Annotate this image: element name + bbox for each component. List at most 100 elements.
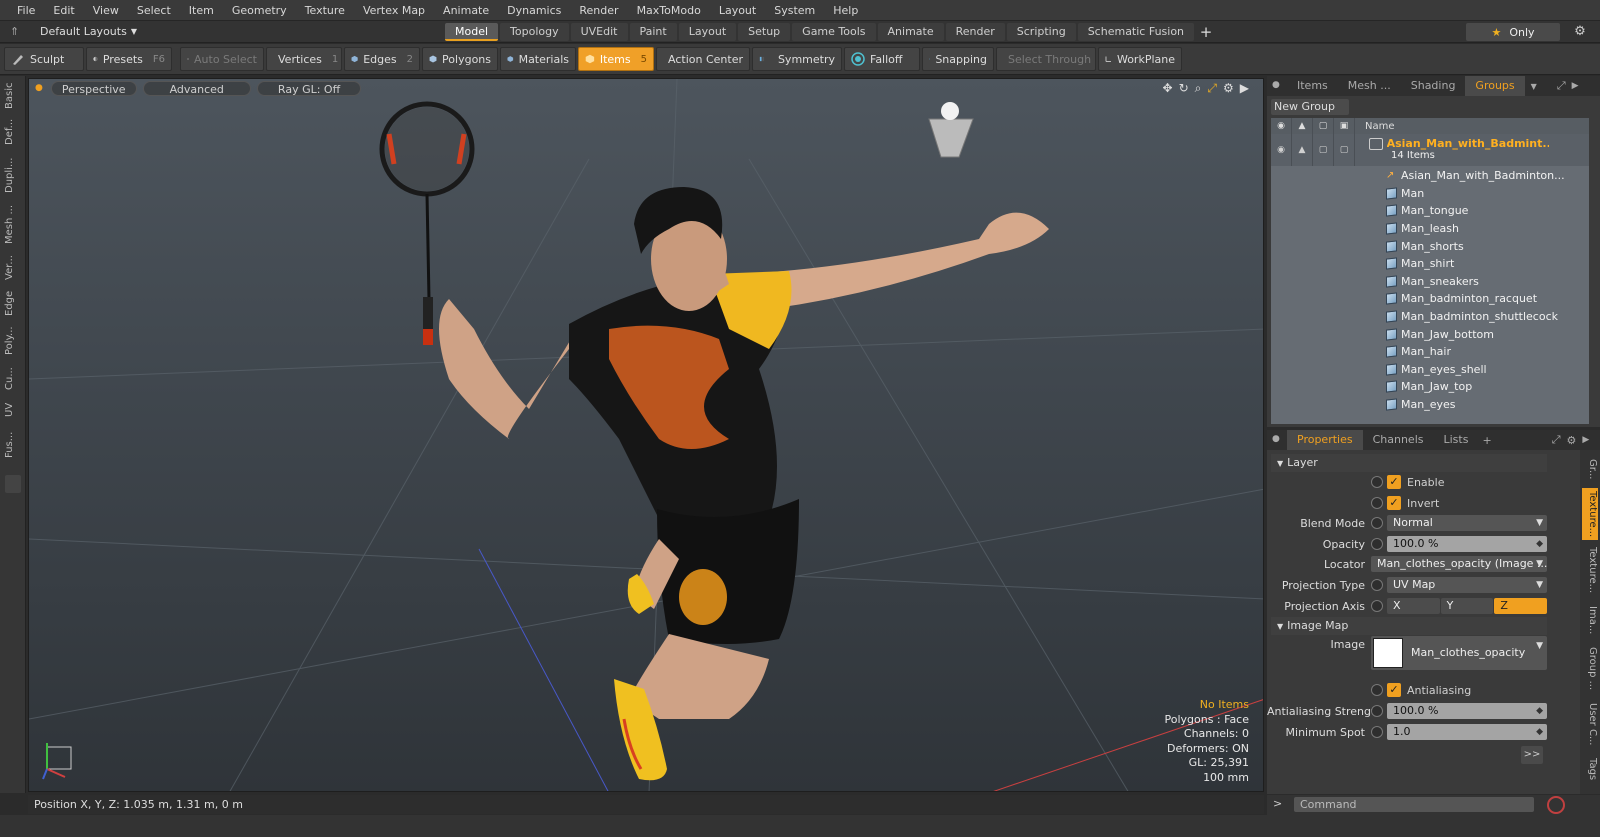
list-item[interactable]: Man_eyes_shell: [1386, 361, 1589, 379]
aa-strength-field[interactable]: 100.0 % ◆: [1387, 703, 1547, 719]
tab-lists[interactable]: Lists: [1434, 430, 1479, 450]
render-col-icon[interactable]: ▲: [1292, 118, 1313, 134]
side-tab-texture-1[interactable]: Texture...: [1582, 488, 1598, 540]
advanced-button[interactable]: Advanced: [142, 80, 251, 96]
list-item[interactable]: Man_leash: [1386, 220, 1589, 238]
tab-shading[interactable]: Shading: [1401, 76, 1466, 96]
tab-paint[interactable]: Paint: [629, 22, 677, 41]
symmetry-button[interactable]: Symmetry: [752, 47, 842, 71]
left-tab-basic[interactable]: Basic: [4, 82, 22, 110]
list-item[interactable]: Man_badminton_racquet: [1386, 290, 1589, 308]
menu-view[interactable]: View: [84, 4, 128, 17]
left-tab-fus[interactable]: Fus...: [4, 426, 22, 464]
rotate-view-icon[interactable]: ↻: [1179, 81, 1189, 96]
menu-file[interactable]: File: [8, 4, 44, 17]
tab-uvedit[interactable]: UVEdit: [570, 22, 628, 41]
record-icon[interactable]: [1547, 796, 1565, 814]
menu-vertex-map[interactable]: Vertex Map: [354, 4, 434, 17]
add-tab-icon[interactable]: +: [1196, 23, 1216, 41]
tab-items[interactable]: Items: [1287, 76, 1338, 96]
side-tab-user[interactable]: User C...: [1582, 698, 1598, 750]
side-tab-gr[interactable]: Gr...: [1582, 454, 1598, 484]
layout-selector[interactable]: ⇑ Default Layouts ▼: [0, 21, 445, 43]
new-group-button[interactable]: New Group: [1271, 99, 1349, 115]
antialiasing-checkbox[interactable]: ✓: [1387, 683, 1401, 697]
blend-mode-select[interactable]: Normal ▼: [1387, 515, 1547, 531]
edges-button[interactable]: Edges 2: [344, 47, 420, 71]
left-tab-mesh[interactable]: Mesh ...: [4, 202, 22, 246]
side-tab-ima[interactable]: Ima...: [1582, 600, 1598, 640]
props-gear-icon[interactable]: ⚙: [1567, 434, 1577, 447]
tab-topology[interactable]: Topology: [500, 22, 569, 41]
tab-schematic-fusion[interactable]: Schematic Fusion: [1077, 22, 1195, 41]
3d-viewport[interactable]: ● Perspective Advanced Ray GL: Off ✥ ↻ ⌕…: [28, 78, 1264, 792]
menu-maxtomodo[interactable]: MaxToModo: [628, 4, 710, 17]
left-tab-uv[interactable]: UV: [4, 398, 22, 422]
materials-button[interactable]: Materials: [500, 47, 576, 71]
projection-type-select[interactable]: UV Map ▼: [1387, 577, 1547, 593]
min-spot-field[interactable]: 1.0 ◆: [1387, 724, 1547, 740]
axis-y-button[interactable]: Y: [1440, 598, 1494, 614]
panel-menu-chevron-icon[interactable]: ▼: [1531, 82, 1537, 91]
menu-item[interactable]: Item: [180, 4, 223, 17]
move-view-icon[interactable]: ✥: [1163, 81, 1173, 96]
section-layer[interactable]: ▼ Layer: [1271, 454, 1547, 472]
tab-render[interactable]: Render: [945, 22, 1005, 41]
side-tab-group[interactable]: Group ...: [1582, 644, 1598, 694]
left-tab-def[interactable]: Def...: [4, 114, 22, 150]
props-collapse-icon[interactable]: ▶: [1582, 435, 1589, 445]
auto-select-button[interactable]: Auto Select: [180, 47, 264, 71]
visibility-col-eye-icon[interactable]: ◉: [1271, 118, 1292, 134]
snapping-button[interactable]: Snapping: [922, 47, 994, 71]
group-render-icon[interactable]: ▲: [1292, 134, 1313, 166]
left-strip-toggle[interactable]: [5, 475, 21, 493]
list-item[interactable]: Man_Jaw_top: [1386, 378, 1589, 396]
projection-type-dot[interactable]: [1371, 579, 1383, 591]
antialiasing-dot[interactable]: [1371, 684, 1383, 696]
presets-button[interactable]: Presets F6: [86, 47, 172, 71]
raygl-button[interactable]: Ray GL: Off: [256, 80, 362, 96]
props-dot-icon[interactable]: ●: [1272, 434, 1280, 444]
command-input[interactable]: Command: [1294, 797, 1534, 812]
items-button[interactable]: Items 5: [578, 47, 654, 71]
tab-channels[interactable]: Channels: [1363, 430, 1434, 450]
sculpt-button[interactable]: Sculpt: [4, 47, 84, 71]
items-scrollbar[interactable]: [1589, 96, 1597, 426]
menu-layout[interactable]: Layout: [710, 4, 765, 17]
add-props-tab-icon[interactable]: +: [1482, 434, 1491, 447]
panel-collapse-icon[interactable]: ▶: [1572, 81, 1579, 91]
list-item[interactable]: Man_Jaw_bottom: [1386, 325, 1589, 343]
locator-select[interactable]: Man_clothes_opacity (Image ... ▼: [1371, 556, 1547, 572]
polygons-button[interactable]: Polygons: [422, 47, 498, 71]
tab-layout[interactable]: Layout: [678, 22, 737, 41]
blend-mode-dot[interactable]: [1371, 517, 1383, 529]
menu-texture[interactable]: Texture: [296, 4, 354, 17]
workplane-button[interactable]: WorkPlane: [1098, 47, 1182, 71]
side-tab-texture-2[interactable]: Texture...: [1582, 544, 1598, 596]
left-tab-poly[interactable]: Poly...: [4, 322, 22, 360]
group-eye-icon[interactable]: ◉: [1271, 134, 1292, 166]
list-item[interactable]: Man_tongue: [1386, 202, 1589, 220]
list-item[interactable]: Man_shirt: [1386, 255, 1589, 273]
tab-game-tools[interactable]: Game Tools: [792, 22, 876, 41]
viewport-more-icon[interactable]: ▶: [1240, 81, 1249, 96]
enable-dot[interactable]: [1371, 476, 1383, 488]
min-spot-dot[interactable]: [1371, 726, 1383, 738]
menu-animate[interactable]: Animate: [434, 4, 498, 17]
opacity-dot[interactable]: [1371, 538, 1383, 550]
section-image-map[interactable]: ▼ Image Map: [1271, 617, 1547, 635]
panel-expand-icon[interactable]: ⤢: [1557, 79, 1566, 93]
list-item[interactable]: Man_shorts: [1386, 237, 1589, 255]
tab-mesh[interactable]: Mesh ...: [1338, 76, 1401, 96]
gear-icon[interactable]: ⚙: [1572, 24, 1588, 40]
enable-checkbox[interactable]: ✓: [1387, 475, 1401, 489]
aa-strength-dot[interactable]: [1371, 705, 1383, 717]
invert-checkbox[interactable]: ✓: [1387, 496, 1401, 510]
group-row[interactable]: ◉ ▲ ▢ ▢ Asian_Man_with_Badmint... 14 Ite…: [1271, 134, 1589, 166]
tab-animate[interactable]: Animate: [877, 22, 944, 41]
projection-axis-dot[interactable]: [1371, 600, 1383, 612]
falloff-button[interactable]: Falloff: [844, 47, 920, 71]
list-item[interactable]: Man: [1386, 185, 1589, 203]
list-item[interactable]: ↗ Asian_Man_with_Badminton...: [1386, 167, 1589, 185]
menu-edit[interactable]: Edit: [44, 4, 83, 17]
